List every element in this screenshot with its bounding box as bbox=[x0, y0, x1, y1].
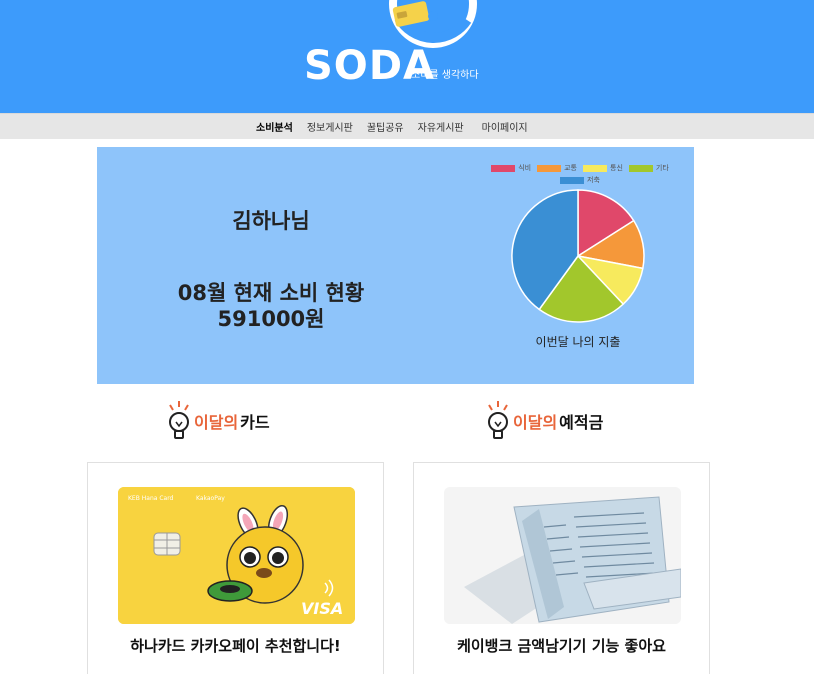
header-banner: SODA 소비를 생각하다 bbox=[0, 0, 814, 113]
nav-item-mypage[interactable]: 마이페이지 bbox=[482, 119, 528, 134]
logo-card-icon bbox=[389, 0, 477, 48]
nav-items: 소비분석 정보게시판 꿀팁공유 자유게시판 마이페이지 bbox=[256, 114, 542, 139]
legend-label: 식비 bbox=[518, 164, 532, 172]
logo[interactable]: SODA 소비를 생각하다 bbox=[300, 0, 510, 113]
lightbulb-icon bbox=[488, 401, 508, 439]
legend-swatch bbox=[560, 176, 585, 184]
legend-label: 교통 bbox=[564, 164, 577, 172]
section-accent: 이달의 bbox=[513, 413, 558, 432]
section-accent: 이달의 bbox=[194, 413, 239, 432]
legend-swatch bbox=[583, 164, 607, 172]
user-name: 김하나님 bbox=[232, 209, 310, 233]
nav-item-info-board[interactable]: 정보게시판 bbox=[307, 119, 353, 134]
legend-swatch bbox=[537, 164, 562, 172]
hana-card-illustration: KEB Hana Card KakaoPay VISA bbox=[118, 487, 355, 624]
legend-row: 식비 교통 통신 기타 bbox=[480, 162, 680, 174]
nav-item-tips[interactable]: 꿀팁공유 bbox=[367, 119, 404, 134]
legend-label: 통신 bbox=[610, 164, 623, 172]
lightbulb-icon bbox=[169, 401, 189, 439]
legend-item[interactable]: 교통 bbox=[537, 163, 577, 173]
kbank-passbook-image[interactable] bbox=[444, 487, 681, 624]
section-title-deposit: 이달의 예적금 bbox=[485, 398, 603, 444]
nav-item-free-board[interactable]: 자유게시판 bbox=[418, 119, 464, 134]
section-label: 예적금 bbox=[559, 413, 604, 432]
card-caption[interactable]: 하나카드 카카오페이 추천합니다! bbox=[88, 635, 383, 656]
spending-summary-panel: 김하나님 08월 현재 소비 현황 591000원 식비 교통 통신 기타 저축 이번달… bbox=[97, 147, 694, 384]
card-recommendation-kbank[interactable]: 케이뱅크 금액남기기 기능 좋아요 bbox=[413, 462, 710, 674]
legend-swatch bbox=[491, 164, 516, 172]
visa-logo: VISA bbox=[301, 599, 343, 618]
card-brand-text: KEB Hana Card bbox=[128, 495, 174, 502]
section-title-card: 이달의 카드 bbox=[166, 398, 270, 444]
passbook-illustration bbox=[444, 487, 681, 624]
spending-pie-chart bbox=[511, 189, 645, 323]
legend-item[interactable]: 통신 bbox=[583, 163, 623, 173]
hana-card-image[interactable]: KEB Hana Card KakaoPay VISA bbox=[118, 487, 355, 624]
logo-tagline: 소비를 생각하다 bbox=[411, 70, 479, 81]
legend-label: 기타 bbox=[655, 164, 669, 172]
legend-item[interactable]: 저축 bbox=[560, 175, 600, 185]
chart-caption: 이번달 나의 지출 bbox=[535, 335, 621, 349]
card-partner-text: KakaoPay bbox=[196, 495, 225, 502]
legend-label: 저축 bbox=[587, 176, 600, 184]
legend-row: 저축 bbox=[480, 174, 680, 186]
card-caption[interactable]: 케이뱅크 금액남기기 기능 좋아요 bbox=[414, 635, 709, 656]
legend-item[interactable]: 기타 bbox=[628, 163, 669, 173]
main-nav: 소비분석 정보게시판 꿀팁공유 자유게시판 마이페이지 bbox=[0, 113, 814, 139]
spending-amount: 591000원 bbox=[217, 307, 325, 331]
legend-item[interactable]: 식비 bbox=[491, 163, 531, 173]
card-recommendation-hana[interactable]: KEB Hana Card KakaoPay VISA 하나카드 카카오페이 추… bbox=[87, 462, 384, 674]
nav-item-analysis[interactable]: 소비분석 bbox=[256, 119, 293, 134]
section-label: 카드 bbox=[240, 413, 270, 432]
chart-legend: 식비 교통 통신 기타저축 bbox=[480, 162, 680, 186]
legend-swatch bbox=[628, 164, 653, 172]
